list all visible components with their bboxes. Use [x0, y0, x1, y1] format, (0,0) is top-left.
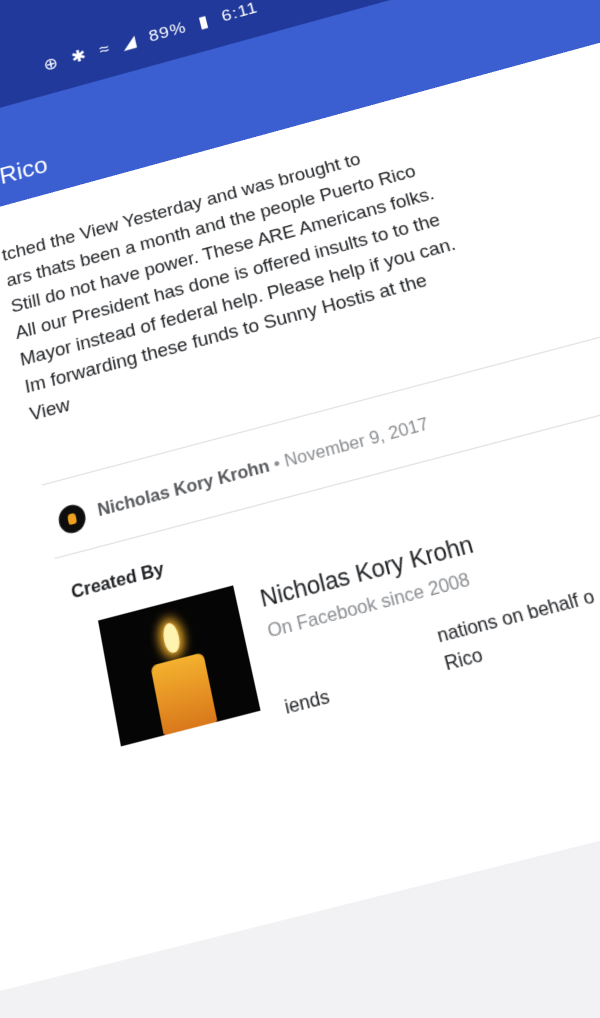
battery-icon: ▮ [197, 12, 212, 32]
battery-percent: 89% [147, 19, 188, 46]
page-title: o Rico [0, 151, 50, 196]
bluetooth-icon: ✱ [70, 46, 89, 67]
created-by-heading: Created By [70, 558, 166, 604]
clock: 6:11 [220, 0, 260, 26]
candle-flame-icon [161, 621, 182, 654]
author-avatar[interactable] [57, 502, 88, 536]
creator-profile-photo[interactable] [98, 585, 261, 746]
creator-note: nations on behalf o Rico [434, 583, 600, 679]
author-name-link[interactable]: Nicholas Kory Krohn [96, 456, 271, 521]
candle-icon [150, 652, 217, 735]
screen: ⊕ ✱ ≈ ◢ 89% ▮ 6:11 o Rico tched the View… [0, 0, 600, 648]
fundraiser-date: November 9, 2017 [282, 414, 430, 471]
divider [55, 379, 600, 559]
byline-separator: • [272, 453, 283, 474]
creator-friends: iends [282, 685, 331, 720]
wifi-icon: ≈ [98, 40, 112, 60]
signal-icon: ◢ [121, 32, 139, 53]
data-saver-icon: ⊕ [42, 54, 60, 75]
